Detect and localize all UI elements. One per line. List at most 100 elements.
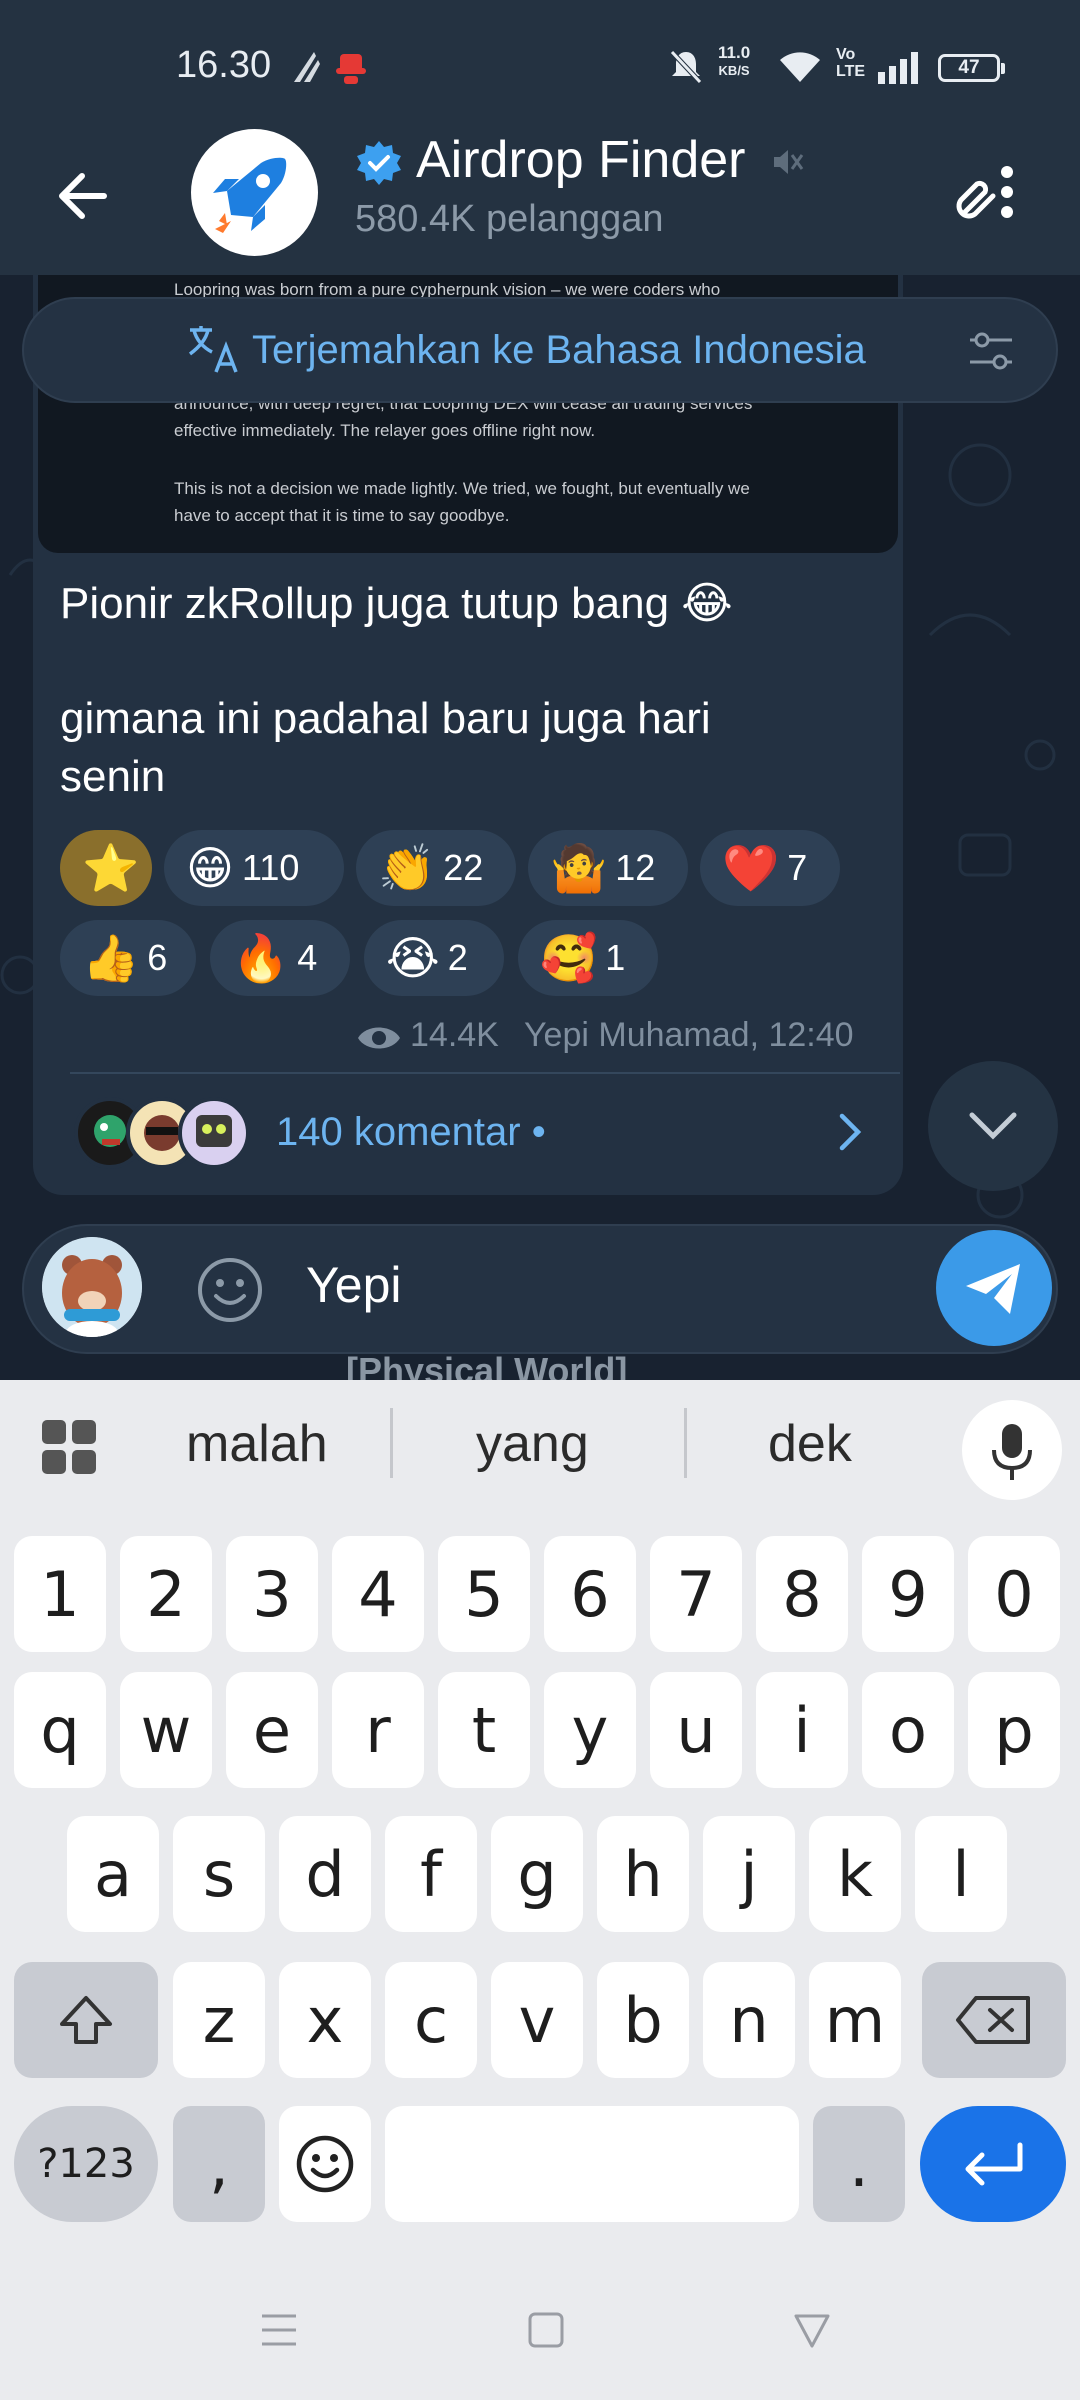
channel-title[interactable]: Airdrop Finder — [416, 130, 745, 190]
key-w[interactable]: w — [120, 1672, 212, 1788]
voice-input-button[interactable] — [962, 1400, 1062, 1500]
verified-badge-icon — [357, 141, 401, 185]
microphone-icon — [992, 1424, 1032, 1480]
send-button[interactable] — [936, 1230, 1052, 1346]
header-actions — [955, 160, 1025, 224]
key-i[interactable]: i — [756, 1672, 848, 1788]
back-arrow-icon[interactable] — [52, 166, 112, 226]
key-m[interactable]: m — [809, 1962, 901, 2078]
key-s[interactable]: s — [173, 1816, 265, 1932]
scroll-down-button[interactable] — [928, 1061, 1058, 1191]
back-nav-icon[interactable] — [792, 2310, 832, 2350]
comments-link[interactable]: 140 komentar • — [276, 1110, 546, 1155]
key-v[interactable]: v — [491, 1962, 583, 2078]
message-text-line: gimana ini padahal baru juga hari — [60, 694, 711, 743]
emoji-key[interactable] — [279, 2106, 371, 2222]
comma-key[interactable]: , — [173, 2106, 265, 2222]
key-p[interactable]: p — [968, 1672, 1060, 1788]
key-5[interactable]: 5 — [438, 1536, 530, 1652]
key-c[interactable]: c — [385, 1962, 477, 2078]
quoted-line: effective immediately. The relayer goes … — [174, 421, 596, 440]
translate-label[interactable]: Terjemahkan ke Bahasa Indonesia — [252, 328, 866, 373]
translate-settings-icon[interactable] — [966, 326, 1016, 376]
views-eye-icon — [358, 1027, 400, 1049]
channel-avatar[interactable] — [191, 129, 318, 256]
key-4[interactable]: 4 — [332, 1536, 424, 1652]
reaction-grin[interactable]: 😁 110 — [164, 830, 344, 906]
backspace-key[interactable] — [922, 1962, 1066, 2078]
reaction-fire[interactable]: 🔥 4 — [210, 920, 350, 996]
emoji-icon[interactable] — [194, 1254, 266, 1326]
message-text-line: senin — [60, 752, 166, 801]
suggestion[interactable]: dek — [768, 1414, 852, 1474]
suggestion[interactable]: yang — [476, 1414, 589, 1474]
reaction-shrug[interactable]: 🤷 12 — [528, 830, 688, 906]
key-h[interactable]: h — [597, 1816, 689, 1932]
volte-indicator: Vo LTE — [836, 46, 866, 80]
translate-icon — [188, 326, 238, 373]
key-7[interactable]: 7 — [650, 1536, 742, 1652]
subscriber-count: 580.4K pelanggan — [355, 198, 664, 240]
shift-icon — [60, 1996, 112, 2044]
attach-icon[interactable] — [955, 160, 1025, 224]
key-2[interactable]: 2 — [120, 1536, 212, 1652]
key-k[interactable]: k — [809, 1816, 901, 1932]
key-a[interactable]: a — [67, 1816, 159, 1932]
key-l[interactable]: l — [915, 1816, 1007, 1932]
view-count: 14.4K — [410, 1016, 499, 1054]
user-avatar[interactable] — [42, 1237, 142, 1337]
key-9[interactable]: 9 — [862, 1536, 954, 1652]
message-author-time: Yepi Muhamad, 12:40 — [524, 1016, 854, 1054]
signal-icon — [878, 52, 918, 84]
commenter-avatar — [178, 1097, 250, 1169]
symbols-key[interactable]: ?123 — [14, 2106, 158, 2222]
reaction-cry[interactable]: 😭 2 — [364, 920, 504, 996]
key-1[interactable]: 1 — [14, 1536, 106, 1652]
key-x[interactable]: x — [279, 1962, 371, 2078]
key-n[interactable]: n — [703, 1962, 795, 2078]
key-g[interactable]: g — [491, 1816, 583, 1932]
key-r[interactable]: r — [332, 1672, 424, 1788]
suggestion-divider — [684, 1408, 687, 1478]
home-nav-icon[interactable] — [526, 2310, 566, 2350]
key-u[interactable]: u — [650, 1672, 742, 1788]
key-j[interactable]: j — [703, 1816, 795, 1932]
shift-key[interactable] — [14, 1962, 158, 2078]
chevron-right-icon[interactable] — [828, 1110, 872, 1154]
key-0[interactable]: 0 — [968, 1536, 1060, 1652]
spacebar[interactable] — [385, 2106, 799, 2222]
key-o[interactable]: o — [862, 1672, 954, 1788]
reaction-clap[interactable]: 👏 22 — [356, 830, 516, 906]
period-key[interactable]: . — [813, 2106, 905, 2222]
smiley-icon — [296, 2135, 354, 2193]
key-e[interactable]: e — [226, 1672, 318, 1788]
reaction-thumbs-up[interactable]: 👍 6 — [60, 920, 196, 996]
quoted-line: This is not a decision we made lightly. … — [174, 479, 750, 498]
reaction-heart[interactable]: ❤️ 7 — [700, 830, 840, 906]
comments-divider — [70, 1072, 900, 1074]
reaction-love[interactable]: 🥰 1 — [518, 920, 658, 996]
key-y[interactable]: y — [544, 1672, 636, 1788]
key-d[interactable]: d — [279, 1816, 371, 1932]
send-plane-icon — [966, 1264, 1020, 1314]
keyboard-apps-icon[interactable] — [40, 1418, 98, 1476]
notification-icons — [294, 52, 366, 84]
key-q[interactable]: q — [14, 1672, 106, 1788]
enter-key[interactable] — [920, 2106, 1066, 2222]
key-z[interactable]: z — [173, 1962, 265, 2078]
key-f[interactable]: f — [385, 1816, 477, 1932]
key-t[interactable]: t — [438, 1672, 530, 1788]
key-6[interactable]: 6 — [544, 1536, 636, 1652]
backspace-icon — [956, 1996, 1030, 2044]
suggestion[interactable]: malah — [186, 1414, 328, 1474]
key-8[interactable]: 8 — [756, 1536, 848, 1652]
more-menu-icon — [1001, 166, 1013, 178]
reaction-star[interactable]: ⭐ — [60, 830, 152, 906]
enter-arrow-icon — [965, 2142, 1023, 2186]
key-3[interactable]: 3 — [226, 1536, 318, 1652]
message-input-bar — [22, 1224, 1058, 1354]
key-b[interactable]: b — [597, 1962, 689, 2078]
message-input[interactable]: Yepi — [306, 1256, 401, 1314]
menu-nav-icon[interactable] — [258, 2310, 300, 2350]
network-speed: 11.0 KB/S — [718, 43, 751, 79]
